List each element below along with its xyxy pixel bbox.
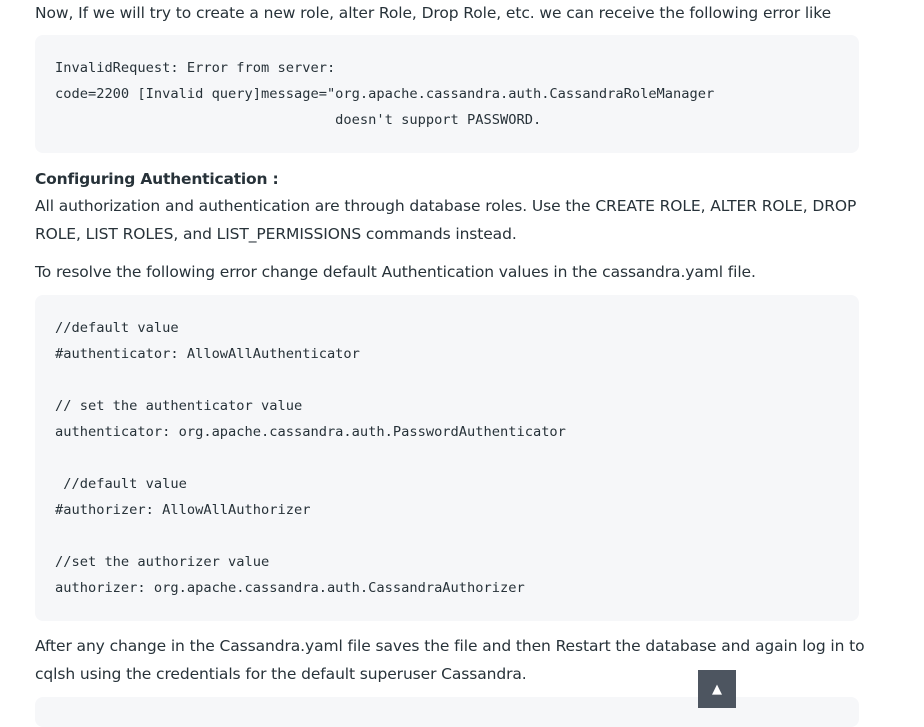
config-code-block: //default value #authenticator: AllowAll…: [35, 295, 859, 621]
section-heading: Configuring Authentication :: [35, 170, 279, 188]
up-triangle-icon: ▲: [712, 681, 722, 697]
config-code: //default value #authenticator: AllowAll…: [55, 320, 566, 596]
error-code-block: InvalidRequest: Error from server: code=…: [35, 35, 859, 153]
intro-paragraph: Now, If we will try to create a new role…: [35, 4, 832, 22]
auth-paragraph: All authorization and authentication are…: [35, 197, 857, 243]
resolve-paragraph: To resolve the following error change de…: [35, 263, 756, 281]
restart-paragraph: After any change in the Cassandra.yaml f…: [35, 637, 865, 683]
error-code: InvalidRequest: Error from server: code=…: [55, 60, 715, 128]
scroll-to-top-button[interactable]: ▲: [698, 670, 736, 708]
